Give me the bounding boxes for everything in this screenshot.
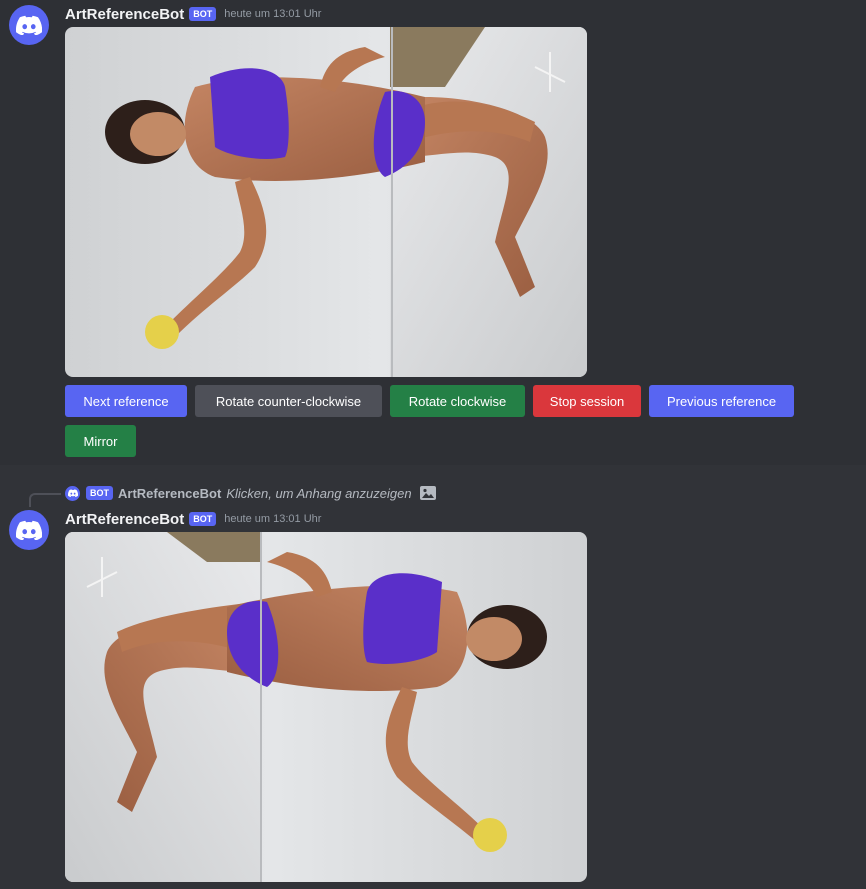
mirror-button[interactable]: Mirror: [65, 425, 136, 457]
rotate-clockwise-button[interactable]: Rotate clockwise: [390, 385, 525, 417]
message-1: ArtReferenceBot BOT heute um 13:01 Uhr N…: [0, 0, 866, 465]
message-header: ArtReferenceBot BOT heute um 13:01 Uhr: [65, 4, 321, 24]
message-header: ArtReferenceBot BOT heute um 13:01 Uhr: [65, 509, 321, 529]
reply-connector: [29, 493, 61, 507]
message-2: BOT ArtReferenceBot Klicken, um Anhang a…: [0, 465, 866, 889]
image-attachment[interactable]: [65, 532, 587, 882]
next-reference-button[interactable]: Next reference: [65, 385, 187, 417]
username[interactable]: ArtReferenceBot: [65, 511, 184, 528]
image-attachment[interactable]: [65, 27, 587, 377]
reference-photo: [65, 532, 587, 882]
bot-avatar[interactable]: [9, 5, 49, 45]
discord-logo-icon: [16, 520, 42, 540]
bot-tag: BOT: [189, 512, 217, 526]
timestamp[interactable]: heute um 13:01 Uhr: [224, 513, 321, 525]
username[interactable]: ArtReferenceBot: [65, 6, 184, 23]
reference-photo: [65, 27, 587, 377]
reply-reference[interactable]: BOT ArtReferenceBot Klicken, um Anhang a…: [65, 484, 436, 502]
reply-username[interactable]: ArtReferenceBot: [118, 486, 221, 501]
stop-session-button[interactable]: Stop session: [533, 385, 641, 417]
rotate-counter-clockwise-button[interactable]: Rotate counter-clockwise: [195, 385, 382, 417]
reply-avatar: [65, 485, 80, 501]
image-icon: [419, 486, 436, 500]
timestamp[interactable]: heute um 13:01 Uhr: [224, 8, 321, 20]
previous-reference-button[interactable]: Previous reference: [649, 385, 794, 417]
discord-logo-icon: [68, 489, 78, 497]
reply-text[interactable]: Klicken, um Anhang anzuzeigen: [226, 486, 411, 501]
discord-logo-icon: [16, 15, 42, 35]
reply-bot-tag: BOT: [86, 486, 113, 500]
bot-tag: BOT: [189, 7, 217, 21]
bot-avatar[interactable]: [9, 510, 49, 550]
